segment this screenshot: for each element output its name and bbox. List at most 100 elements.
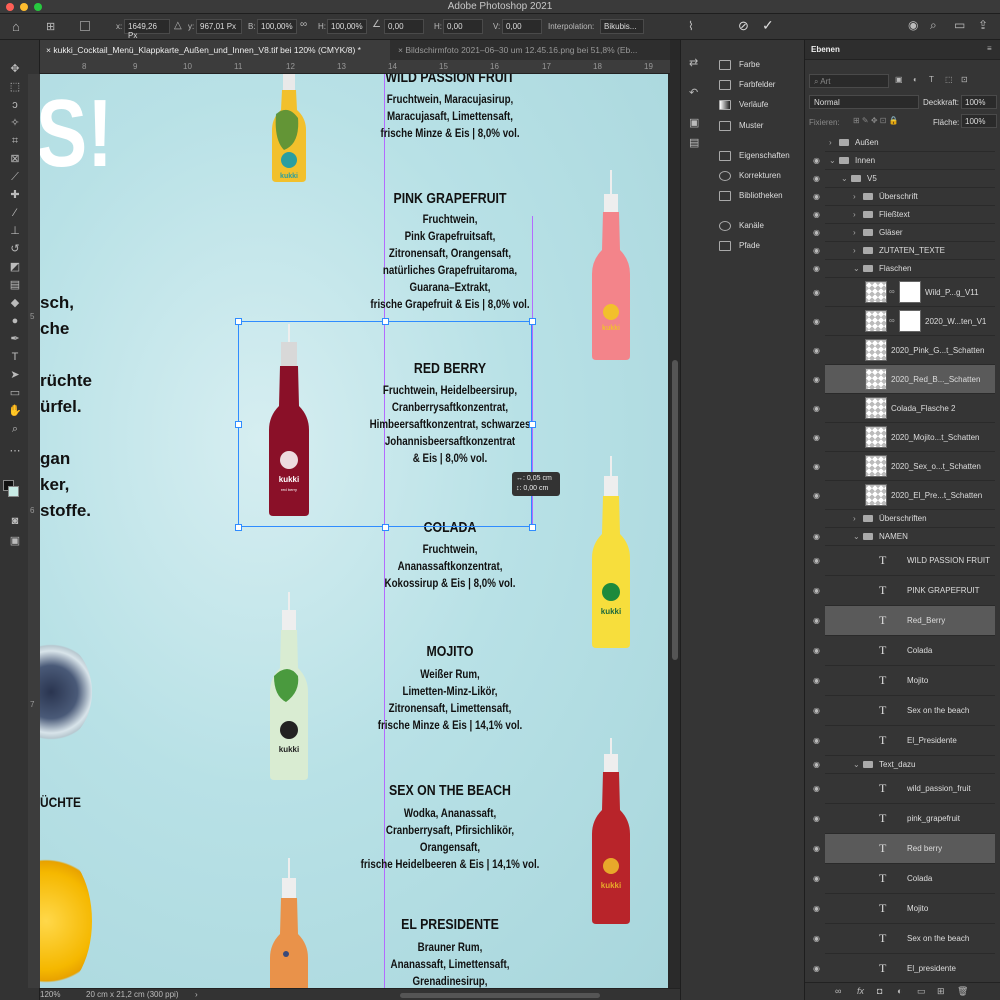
- layer-row[interactable]: ◉ › Gläser: [813, 224, 995, 242]
- status-arrow-icon[interactable]: ›: [195, 990, 198, 999]
- lock-icons[interactable]: ⊞ ✎ ✥ ⊡ 🔒: [853, 116, 899, 125]
- layer-row[interactable]: ◉ Tpink_grapefruit: [813, 804, 995, 834]
- visibility-eye-icon[interactable]: ◉: [813, 760, 820, 769]
- transform-handle[interactable]: [235, 421, 242, 428]
- layer-row[interactable]: ◉ ⌄ Flaschen: [813, 260, 995, 278]
- visibility-eye-icon[interactable]: ◉: [813, 491, 820, 500]
- eraser-tool-icon[interactable]: ◩: [8, 260, 22, 274]
- visibility-eye-icon[interactable]: ◉: [813, 433, 820, 442]
- visibility-eye-icon[interactable]: ◉: [813, 904, 820, 913]
- stamp-tool-icon[interactable]: ⊥: [8, 224, 22, 238]
- rectangle-tool-icon[interactable]: ▭: [8, 386, 22, 400]
- layer-row[interactable]: ◉ T El_Presidente: [813, 726, 995, 756]
- blend-mode-select[interactable]: Normal: [809, 95, 919, 109]
- visibility-eye-icon[interactable]: ◉: [813, 844, 820, 853]
- visibility-eye-icon[interactable]: ◉: [813, 375, 820, 384]
- visibility-eye-icon[interactable]: ◉: [813, 556, 820, 565]
- layer-row[interactable]: ◉ 2020_Sex_o...t_Schatten: [813, 452, 995, 481]
- filter-pixel-icon[interactable]: ▣: [895, 75, 903, 84]
- width-field[interactable]: 100,00%: [257, 19, 297, 34]
- panel-icon[interactable]: ⇄: [689, 56, 698, 69]
- link-icon[interactable]: ∞: [300, 19, 307, 30]
- layer-mask-thumbnail[interactable]: [899, 281, 921, 303]
- visibility-eye-icon[interactable]: ◉: [813, 192, 820, 201]
- layer-row[interactable]: ◉ T Red_Berry: [813, 606, 995, 636]
- filter-shape-icon[interactable]: ⬚: [945, 75, 953, 84]
- filter-adjustment-icon[interactable]: ◐: [913, 75, 918, 84]
- add-mask-icon[interactable]: ◘: [877, 986, 882, 996]
- layer-row[interactable]: ◉ ∞ 2020_W...ten_V1: [813, 307, 995, 336]
- layer-row[interactable]: ◉ T Red berry: [813, 834, 995, 864]
- disclosure-chevron-icon[interactable]: ⌄: [853, 532, 860, 541]
- visibility-eye-icon[interactable]: ◉: [813, 210, 820, 219]
- layer-row[interactable]: ◉ 2020_El_Pre...t_Schatten: [813, 481, 995, 510]
- notes-icon[interactable]: ▤: [689, 136, 699, 149]
- zoom-tool-icon[interactable]: ⌕: [8, 422, 22, 436]
- panel-item-eigenschaften[interactable]: Eigenschaften: [719, 151, 790, 161]
- transform-handle[interactable]: [529, 421, 536, 428]
- commit-transform-icon[interactable]: ✓: [762, 17, 774, 34]
- visibility-eye-icon[interactable]: ◉: [813, 174, 820, 183]
- layer-row[interactable]: ◉ ⌄ V5: [813, 170, 995, 188]
- panel-item-pfade[interactable]: Pfade: [719, 241, 760, 251]
- blur-tool-icon[interactable]: ◆: [8, 296, 22, 310]
- tab-close-icon[interactable]: ×: [46, 45, 51, 55]
- visibility-eye-icon[interactable]: ◉: [813, 676, 820, 685]
- brush-tool-icon[interactable]: ⁄: [8, 206, 22, 220]
- visibility-eye-icon[interactable]: ◉: [813, 874, 820, 883]
- panel-item-farbfelder[interactable]: Farbfelder: [719, 80, 775, 90]
- user-icon[interactable]: ◉: [908, 18, 918, 32]
- crop-tool-icon[interactable]: ⌗: [8, 134, 22, 148]
- new-layer-icon[interactable]: ⊞: [937, 986, 945, 997]
- visibility-eye-icon[interactable]: ◉: [813, 264, 820, 273]
- vskew-field[interactable]: 0,00: [502, 19, 542, 34]
- move-tool-icon[interactable]: ✥: [8, 62, 22, 76]
- layer-row[interactable]: ◉ ∞ Wild_P...g_V11: [813, 278, 995, 307]
- panel-item-kanaele[interactable]: Kanäle: [719, 221, 764, 231]
- disclosure-chevron-icon[interactable]: ›: [853, 192, 856, 201]
- disclosure-chevron-icon[interactable]: ⌄: [829, 156, 836, 165]
- marquee-tool-icon[interactable]: ⬚: [8, 80, 22, 94]
- visibility-eye-icon[interactable]: ◉: [813, 462, 820, 471]
- layer-row[interactable]: ◉ › Fließtext: [813, 206, 995, 224]
- panel-item-verlaeufe[interactable]: Verläufe: [719, 100, 768, 110]
- vertical-scrollbar[interactable]: [670, 60, 680, 988]
- disclosure-chevron-icon[interactable]: ⌄: [853, 760, 860, 769]
- transform-handle[interactable]: [529, 318, 536, 325]
- disclosure-chevron-icon[interactable]: ⌄: [841, 174, 848, 183]
- layer-row[interactable]: ◉ 2020_Mojito...t_Schatten: [813, 423, 995, 452]
- share-icon[interactable]: ⇪: [978, 18, 988, 32]
- healing-tool-icon[interactable]: ✚: [8, 188, 22, 202]
- panel-item-bibliotheken[interactable]: Bibliotheken: [719, 191, 783, 201]
- interpolation-select[interactable]: Bikubis...: [600, 19, 644, 34]
- visibility-eye-icon[interactable]: ◉: [813, 288, 820, 297]
- layer-row[interactable]: ◉ T Colada: [813, 864, 995, 894]
- filter-type-icon[interactable]: T: [929, 75, 934, 84]
- lasso-tool-icon[interactable]: ↄ: [8, 98, 22, 112]
- visibility-eye-icon[interactable]: ◉: [813, 317, 820, 326]
- tab-document-screenshot[interactable]: × Bildschirmfoto 2021–06–30 um 12.45.16.…: [392, 40, 670, 60]
- layer-row[interactable]: ◉ T Mojito: [813, 666, 995, 696]
- workspace-icon[interactable]: ▭: [954, 18, 965, 32]
- cancel-transform-icon[interactable]: ⊘: [738, 18, 749, 34]
- transform-handle[interactable]: [235, 318, 242, 325]
- visibility-eye-icon[interactable]: ◉: [813, 964, 820, 973]
- gradient-tool-icon[interactable]: ▤: [8, 278, 22, 292]
- layer-row[interactable]: ◉ T El_presidente: [813, 954, 995, 984]
- visibility-eye-icon[interactable]: ◉: [813, 228, 820, 237]
- panel-item-korrekturen[interactable]: Korrekturen: [719, 171, 781, 181]
- visibility-eye-icon[interactable]: ◉: [813, 586, 820, 595]
- transform-bounding-box[interactable]: [238, 321, 532, 527]
- transform-handle[interactable]: [382, 318, 389, 325]
- visibility-eye-icon[interactable]: ◉: [813, 934, 820, 943]
- reference-checkbox[interactable]: [80, 21, 90, 31]
- fill-field[interactable]: 100%: [961, 114, 997, 128]
- transform-handle[interactable]: [382, 524, 389, 531]
- layer-row[interactable]: ◉ T WILD PASSION FRUIT: [813, 546, 995, 576]
- layer-mask-thumbnail[interactable]: [899, 310, 921, 332]
- layer-row[interactable]: ◉ Colada_Flasche 2: [813, 394, 995, 423]
- angle-field[interactable]: 0,00: [384, 19, 424, 34]
- dodge-tool-icon[interactable]: ●: [8, 314, 22, 328]
- scrollbar-thumb[interactable]: [672, 360, 678, 660]
- warp-icon[interactable]: ⌇: [688, 19, 694, 33]
